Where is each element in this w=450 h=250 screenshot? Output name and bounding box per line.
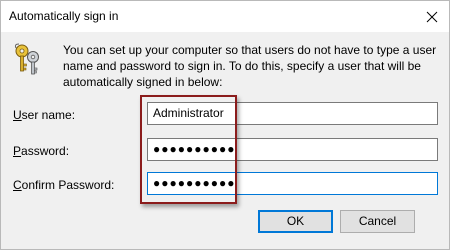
window-title: Automatically sign in xyxy=(9,9,119,23)
password-field[interactable]: ●●●●●●●●●● xyxy=(147,138,438,161)
user-name-field[interactable]: Administrator xyxy=(147,102,438,125)
user-name-label-accel: U xyxy=(13,108,22,122)
sign-in-dialog: Automatically sign in You can set up you… xyxy=(0,0,450,250)
user-name-label-text: ser name: xyxy=(21,108,76,122)
cancel-button[interactable]: Cancel xyxy=(340,210,415,233)
confirm-password-label-accel: C xyxy=(13,178,22,192)
confirm-password-value: ●●●●●●●●●● xyxy=(153,176,236,190)
title-bar: Automatically sign in xyxy=(1,1,449,32)
confirm-password-label-text: onfirm Password: xyxy=(21,178,115,192)
confirm-password-label: Confirm Password: xyxy=(13,178,114,192)
keys-icon xyxy=(14,43,39,75)
ok-button[interactable]: OK xyxy=(258,210,333,233)
user-name-label: User name: xyxy=(13,108,75,122)
close-icon xyxy=(426,11,438,22)
text-caret xyxy=(236,176,238,191)
dialog-body: You can set up your computer so that use… xyxy=(1,32,449,249)
close-button[interactable] xyxy=(415,1,449,32)
confirm-password-field[interactable]: ●●●●●●●●●● xyxy=(147,172,438,195)
password-label-accel: P xyxy=(13,144,22,158)
password-label: Password: xyxy=(13,144,69,158)
password-value: ●●●●●●●●●● xyxy=(153,142,236,156)
password-label-text: assword: xyxy=(21,144,70,158)
user-name-value: Administrator xyxy=(153,106,224,120)
description-text: You can set up your computer so that use… xyxy=(63,43,437,89)
